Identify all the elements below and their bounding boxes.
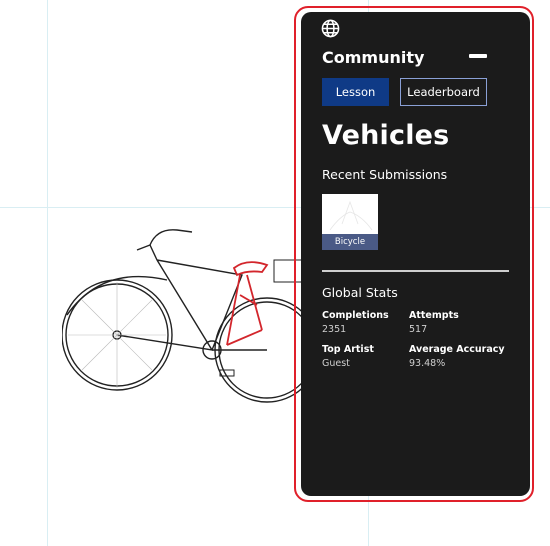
globe-icon[interactable] <box>321 19 340 38</box>
attempts-value: 517 <box>409 324 428 335</box>
average-accuracy-label: Average Accuracy <box>409 344 505 355</box>
panel-title: Community <box>322 48 425 67</box>
submission-thumbnail[interactable]: Bicycle <box>322 194 378 250</box>
canvas-guide-line <box>47 0 48 546</box>
top-artist-value: Guest <box>322 358 350 369</box>
completions-label: Completions <box>322 310 389 321</box>
recent-submissions-label: Recent Submissions <box>322 167 448 182</box>
average-accuracy-value: 93.48% <box>409 358 446 369</box>
divider <box>322 270 509 272</box>
submission-sketch-image <box>329 200 373 231</box>
tab-leaderboard[interactable]: Leaderboard <box>400 78 487 106</box>
minimize-icon[interactable] <box>469 54 487 58</box>
tab-lesson[interactable]: Lesson <box>322 78 389 106</box>
submission-caption: Bicycle <box>322 234 378 250</box>
bicycle-drawing[interactable] <box>62 220 302 405</box>
top-artist-label: Top Artist <box>322 344 374 355</box>
global-stats-title: Global Stats <box>322 285 398 300</box>
community-panel: Community Lesson Leaderboard Vehicles Re… <box>301 12 530 496</box>
completions-value: 2351 <box>322 324 347 335</box>
attempts-label: Attempts <box>409 310 459 321</box>
lesson-heading: Vehicles <box>322 120 450 151</box>
